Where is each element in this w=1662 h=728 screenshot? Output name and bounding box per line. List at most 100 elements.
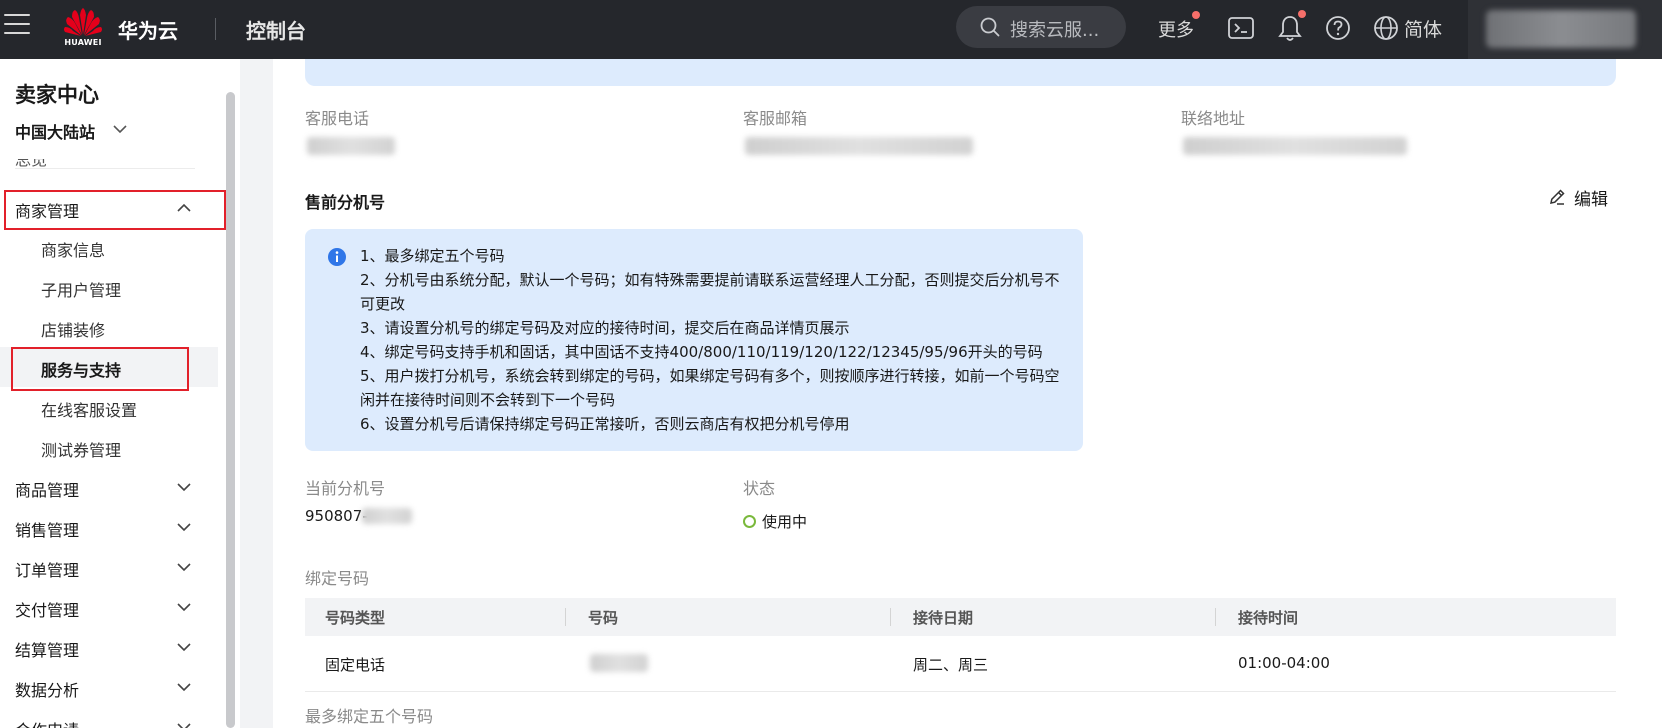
user-account[interactable] bbox=[1468, 0, 1662, 59]
cell-days: 周二、周三 bbox=[913, 656, 989, 674]
search-box[interactable]: 搜索云服... bbox=[956, 6, 1126, 48]
sidebar-item-label: 合作申请 bbox=[15, 717, 79, 728]
chevron-down-icon bbox=[177, 723, 191, 728]
chevron-down-icon bbox=[177, 523, 191, 532]
sidebar-item-label: 交付管理 bbox=[15, 601, 80, 620]
current-ext-blur bbox=[362, 508, 412, 524]
sidebar-item-delivery[interactable]: 交付管理 bbox=[0, 587, 218, 627]
avatar bbox=[1486, 10, 1636, 48]
sidebar-subitem-coupon[interactable]: 测试券管理 bbox=[0, 427, 218, 467]
column-header: 号码类型 bbox=[325, 609, 386, 627]
huawei-logo[interactable]: HUAWEI bbox=[62, 7, 104, 51]
sidebar-item-goods[interactable]: 商品管理 bbox=[0, 467, 218, 507]
sidebar-subitem-online-cs[interactable]: 在线客服设置 bbox=[0, 387, 218, 427]
divider bbox=[15, 168, 195, 169]
sidebar-item-label: 商家信息 bbox=[41, 241, 106, 260]
status-icon bbox=[743, 515, 756, 528]
globe-icon[interactable] bbox=[1371, 13, 1401, 43]
sidebar-item-cooperation[interactable]: 合作申请 bbox=[0, 707, 218, 728]
sidebar-item-label: 商品管理 bbox=[15, 481, 80, 500]
search-icon bbox=[980, 17, 1000, 37]
site-selector[interactable]: 中国大陆站 bbox=[15, 119, 95, 143]
edit-label: 编辑 bbox=[1574, 190, 1608, 210]
notice-text: 1、最多绑定五个号码 2、分机号由系统分配，默认一个号码；如有特殊需要提前请联系… bbox=[360, 244, 1070, 436]
main-content: 客服电话 客服邮箱 联络地址 售前分机号 编辑 1、最多绑定五个号码 2、分机号… bbox=[273, 59, 1662, 728]
highlight-box bbox=[11, 347, 189, 391]
sidebar-item-analytics[interactable]: 数据分析 bbox=[0, 667, 218, 707]
cell-type: 固定电话 bbox=[325, 656, 386, 674]
sidebar-item-sales[interactable]: 销售管理 bbox=[0, 507, 218, 547]
sidebar-subitem-info[interactable]: 商家信息 bbox=[0, 227, 218, 267]
sidebar-item-label: 测试券管理 bbox=[41, 441, 122, 460]
phone-value bbox=[307, 137, 395, 155]
sidebar-item-label: 销售管理 bbox=[15, 521, 80, 540]
section-title: 售前分机号 bbox=[305, 193, 386, 212]
sidebar-scrollbar[interactable] bbox=[226, 92, 235, 728]
table-header: 号码类型 号码 接待日期 接待时间 bbox=[305, 598, 1616, 636]
pencil-icon bbox=[1550, 189, 1565, 205]
cell-time: 01:00-04:00 bbox=[1238, 654, 1330, 672]
table-row: 固定电话 周二、周三 01:00-04:00 bbox=[305, 636, 1616, 692]
cell-number bbox=[590, 654, 648, 672]
chevron-down-icon bbox=[177, 643, 191, 652]
phone-label: 客服电话 bbox=[305, 109, 370, 128]
notice-line: 5、用户拨打分机号，系统会转到绑定的号码，如果绑定号码有多个，则按顺序进行转接，… bbox=[360, 367, 1060, 409]
divider bbox=[215, 18, 216, 40]
notification-dot bbox=[1298, 10, 1306, 18]
chevron-down-icon bbox=[177, 563, 191, 572]
column-header: 接待日期 bbox=[913, 609, 974, 627]
column-header: 接待时间 bbox=[1238, 609, 1299, 627]
status-value: 使用中 bbox=[762, 513, 808, 531]
email-value bbox=[745, 137, 973, 155]
sidebar-item-settlement[interactable]: 结算管理 bbox=[0, 627, 218, 667]
notice-line: 1、最多绑定五个号码 bbox=[360, 247, 505, 265]
current-ext-label: 当前分机号 bbox=[305, 479, 386, 498]
column-header: 号码 bbox=[588, 609, 619, 627]
divider bbox=[1215, 608, 1216, 626]
logo-text: HUAWEI bbox=[64, 38, 102, 47]
sidebar-item-label: 在线客服设置 bbox=[41, 401, 138, 420]
notice-line: 2、分机号由系统分配，默认一个号码；如有特殊需要提前请联系运营经理人工分配，否则… bbox=[360, 271, 1060, 313]
help-icon[interactable] bbox=[1323, 13, 1353, 43]
sidebar-item-label: 子用户管理 bbox=[41, 281, 122, 300]
sidebar: 卖家中心 中国大陆站 总览 商家管理 商家信息 子用户管理 店铺装修 服务与支持… bbox=[0, 59, 240, 728]
notice-line: 6、设置分机号后请保持绑定号码正常接听，否则云商店有权把分机号停用 bbox=[360, 415, 850, 433]
current-ext-value: 950807- bbox=[305, 507, 368, 525]
sidebar-item-label: 数据分析 bbox=[15, 681, 80, 700]
max-bind-hint: 最多绑定五个号码 bbox=[305, 707, 434, 726]
info-banner bbox=[305, 59, 1616, 86]
address-label: 联络地址 bbox=[1181, 109, 1246, 128]
chevron-down-icon bbox=[177, 483, 191, 492]
divider bbox=[565, 608, 566, 626]
menu-icon[interactable] bbox=[4, 14, 30, 36]
more-menu[interactable]: 更多 bbox=[1158, 16, 1194, 42]
huawei-flower-icon bbox=[64, 8, 102, 36]
notification-dot bbox=[1192, 11, 1200, 19]
divider bbox=[890, 608, 891, 626]
address-value bbox=[1183, 137, 1407, 155]
info-icon bbox=[328, 248, 346, 266]
sidebar-item-label: 订单管理 bbox=[15, 561, 80, 580]
chevron-down-icon[interactable] bbox=[112, 121, 128, 137]
terminal-icon[interactable] bbox=[1226, 13, 1256, 43]
sidebar-subitem-decoration[interactable]: 店铺装修 bbox=[0, 307, 218, 347]
top-bar: HUAWEI 华为云 控制台 搜索云服... 更多 简体 bbox=[0, 0, 1662, 59]
language-switch[interactable]: 简体 bbox=[1404, 15, 1442, 42]
sidebar-item-label: 结算管理 bbox=[15, 641, 80, 660]
console-link[interactable]: 控制台 bbox=[246, 15, 306, 44]
highlight-box bbox=[4, 190, 226, 230]
chevron-down-icon bbox=[177, 603, 191, 612]
sidebar-item-label: 店铺装修 bbox=[41, 321, 106, 340]
search-placeholder: 搜索云服... bbox=[1010, 20, 1100, 41]
email-label: 客服邮箱 bbox=[743, 109, 808, 128]
sidebar-item-orders[interactable]: 订单管理 bbox=[0, 547, 218, 587]
notice-box: 1、最多绑定五个号码 2、分机号由系统分配，默认一个号码；如有特殊需要提前请联系… bbox=[305, 229, 1083, 451]
status-label: 状态 bbox=[743, 479, 776, 498]
notice-line: 4、绑定号码支持手机和固话，其中固话不支持400/800/110/119/120… bbox=[360, 343, 1043, 361]
brand-name[interactable]: 华为云 bbox=[118, 15, 178, 44]
notice-line: 3、请设置分机号的绑定号码及对应的接待时间，提交后在商品详情页展示 bbox=[360, 319, 850, 337]
chevron-down-icon bbox=[177, 683, 191, 692]
sidebar-title: 卖家中心 bbox=[15, 83, 99, 107]
bind-label: 绑定号码 bbox=[305, 569, 370, 588]
sidebar-subitem-subuser[interactable]: 子用户管理 bbox=[0, 267, 218, 307]
